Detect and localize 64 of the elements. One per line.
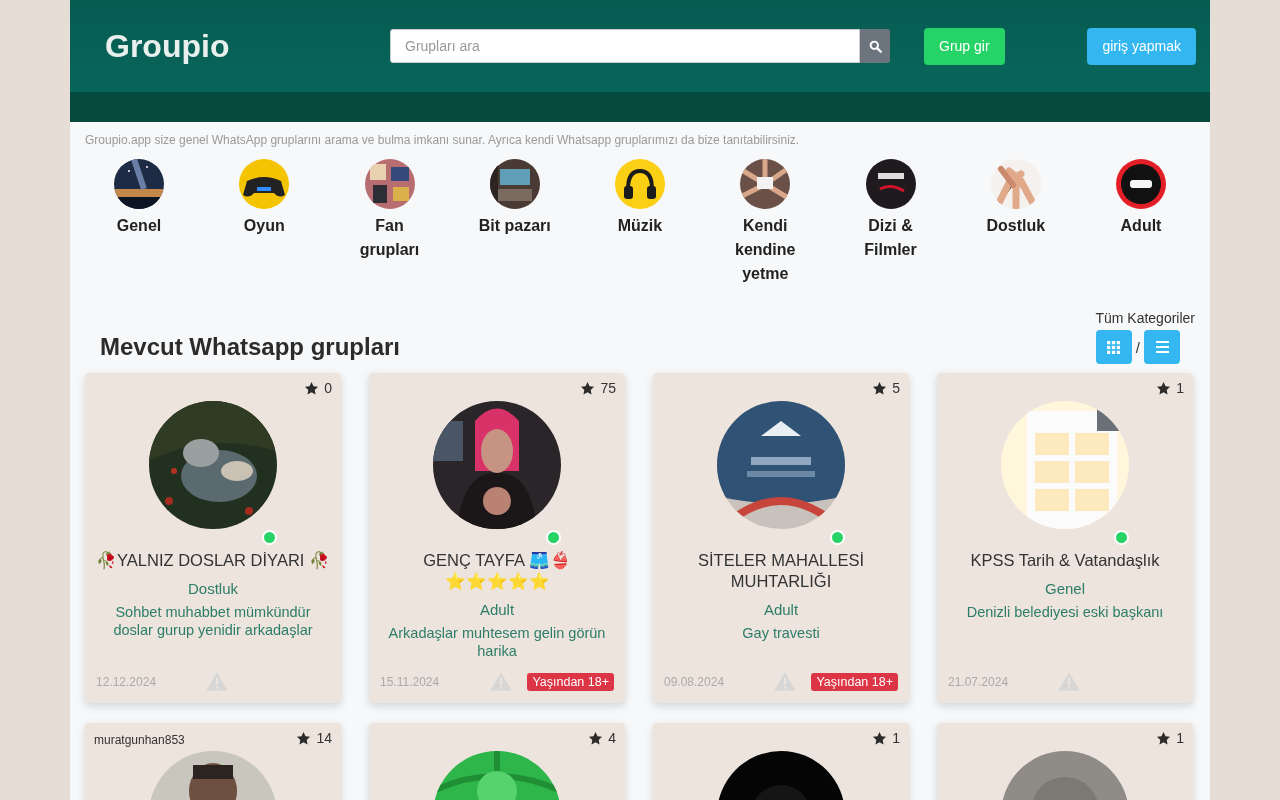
category-link[interactable]: Müzik (600, 214, 680, 238)
group-date: 15.11.2024 (380, 674, 441, 689)
intro-text: Groupio.app size genel WhatsApp gruplarını arama ve bulma imkanı sunar. Ayrıca kendi Whatsapp gruplarımızı da bize tanıtabilirsiniz. (84, 132, 801, 147)
group-name[interactable]: KPSS Tarih & Vatandaşlık (970, 550, 1160, 571)
group-card[interactable]: 4 (369, 723, 625, 800)
category-link[interactable]: Dostluk (975, 214, 1056, 238)
rating-count: 0 (324, 380, 332, 396)
group-card[interactable]: 1 (937, 723, 1193, 800)
rating-count: 4 (608, 730, 616, 746)
rating-count: 14 (316, 730, 332, 746)
search-field[interactable]: Grupları ara (390, 29, 860, 63)
section-title: Mevcut Whatsapp grupları (100, 333, 401, 361)
star-icon (1156, 730, 1172, 746)
star-icon (580, 380, 596, 396)
grid-icon (1107, 340, 1121, 354)
group-category: Adult (479, 601, 515, 618)
site-logo[interactable]: Groupio (105, 27, 390, 65)
group-name[interactable]: 🥀YALNIZ DOSLAR DİYARI 🥀 (96, 550, 330, 571)
category-link[interactable]: Fan grupları (349, 214, 430, 262)
group-date: 09.08.2024 (664, 674, 726, 689)
category-link[interactable]: Oyun (224, 214, 305, 238)
group-card[interactable]: 1 KPSS Tarih & Vatandaşlık Genel Denizli belediyesi eski başkanı 21.07.2024 (937, 373, 1193, 703)
rating-count: 75 (600, 380, 616, 396)
group-name[interactable]: GENÇ TAYFA 🩳👙 ⭐⭐⭐⭐⭐ (379, 550, 615, 592)
group-date: 21.07.2024 (948, 674, 1010, 689)
group-category: Genel (1045, 580, 1085, 597)
rating-count: 5 (892, 380, 900, 396)
rating-count: 1 (1176, 380, 1184, 396)
rating-count: 1 (1176, 730, 1184, 746)
group-card[interactable]: muratgunhan853 14 (85, 723, 341, 800)
separator: / (1135, 338, 1140, 356)
star-icon (872, 730, 888, 746)
group-card[interactable]: 5 SİTELER MAHALLESİ MUHTARLIĞI Adult Gay travesti 09.08.2024 Yaşından 18+ (653, 373, 909, 703)
star-icon (1156, 380, 1172, 396)
group-name[interactable]: SİTELER MAHALLESİ MUHTARLIĞI (663, 550, 899, 592)
search-icon (868, 39, 882, 53)
star-icon (304, 380, 320, 396)
age-badge: Yaşından 18+ (527, 672, 614, 691)
group-description: Sohbet muhabbet mümkündür doslar gurup yenidir arkadaşlar (112, 603, 314, 639)
list-icon (1155, 341, 1169, 353)
rating-count: 1 (892, 730, 900, 746)
group-category: Adult (763, 601, 799, 618)
search-button[interactable] (860, 29, 890, 63)
category-link[interactable]: Kendi kendine yetme (725, 214, 806, 286)
group-description: Arkadaşlar muhtesem gelin görün harika (387, 624, 607, 660)
age-badge: Yaşından 18+ (811, 672, 898, 691)
group-card[interactable]: 75 GENÇ TAYFA 🩳👙 ⭐⭐⭐⭐⭐ Adult Arkadaşlar muhtesem gelin görün harika 15.11.2024 Yaşından 18+ (369, 373, 625, 703)
grid-view-button[interactable] (1095, 330, 1132, 364)
all-categories-link[interactable]: Tüm Kategoriler (1095, 310, 1195, 326)
username: muratgunhan853 (94, 733, 185, 747)
star-icon (296, 730, 312, 746)
category-link[interactable]: Dizi & Filmler (850, 214, 931, 262)
list-view-button[interactable] (1144, 330, 1180, 364)
group-description: Gay travesti (742, 624, 820, 642)
group-description: Denizli belediyesi eski başkanı (966, 603, 1164, 621)
group-date: 12.12.2024 (96, 674, 158, 689)
star-icon (588, 730, 604, 746)
category-link[interactable]: Adult (1101, 214, 1181, 238)
group-card[interactable]: 0 🥀YALNIZ DOSLAR DİYARI 🥀 Dostluk Sohbet muhabbet mümkündür doslar gurup yenidir arkadaşlar 12.12.2024 (85, 373, 341, 703)
group-category: Dostluk (188, 580, 238, 597)
star-icon (872, 380, 888, 396)
category-link[interactable]: Genel (99, 214, 179, 238)
group-card[interactable]: 1 (653, 723, 909, 800)
category-link[interactable]: Bit pazarı (474, 214, 555, 238)
